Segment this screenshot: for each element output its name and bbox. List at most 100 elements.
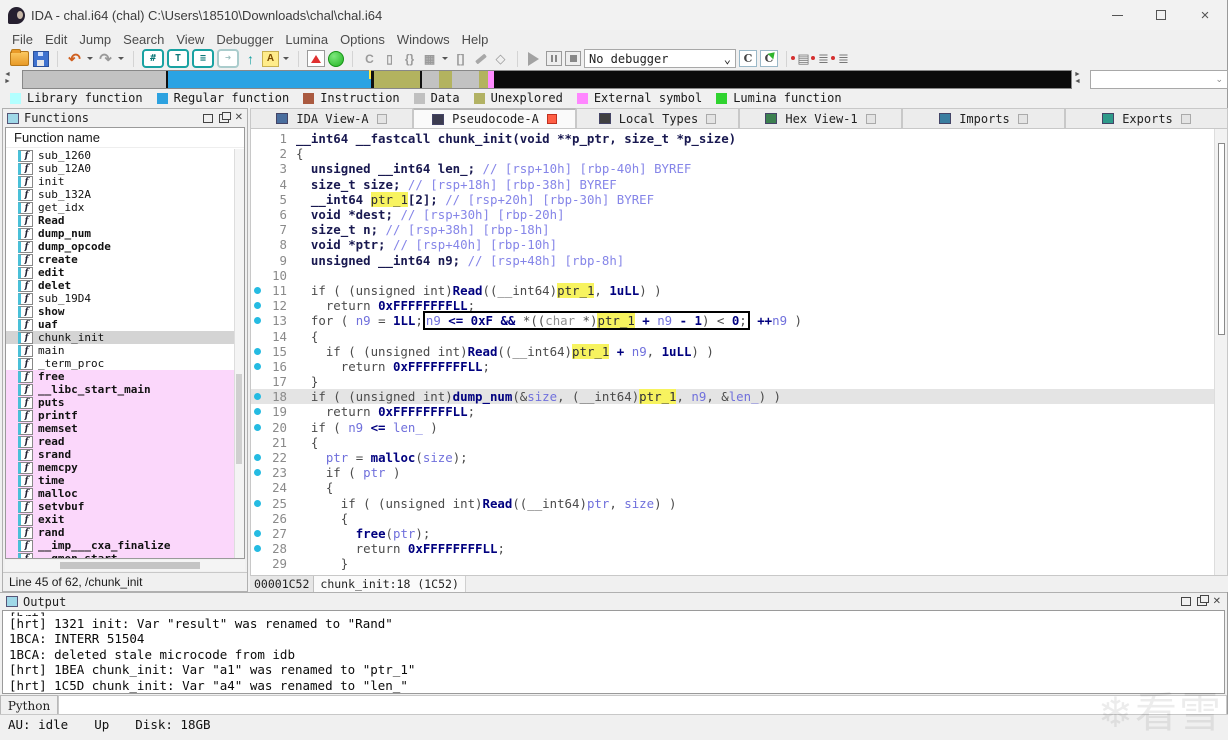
code-line[interactable]: 13 for ( n9 = 1LL;n9 <= 0xF && *((char *… (251, 313, 1215, 328)
code-line[interactable]: 6 void *dest; // [rsp+30h] [rbp-20h] (251, 207, 1215, 222)
function-row[interactable]: fmemset (6, 422, 235, 435)
jump-back-icon[interactable]: ↶ (66, 51, 83, 67)
close-button[interactable]: × (1183, 0, 1227, 30)
tab-close-box-icon[interactable] (377, 114, 387, 124)
menu-jump[interactable]: Jump (73, 32, 117, 47)
code-line[interactable]: 5 __int64 ptr_1[2]; // [rsp+20h] [rbp-30… (251, 192, 1215, 207)
function-row[interactable]: fsub_132A (6, 188, 235, 201)
tab-close-box-icon[interactable] (1181, 114, 1191, 124)
code-line[interactable]: 24 { (251, 480, 1215, 495)
function-row[interactable]: fexit (6, 513, 235, 526)
functions-panel-header[interactable]: Functions ✕ (3, 109, 247, 127)
function-row[interactable]: f__imp___cxa_finalize (6, 539, 235, 552)
window-list-2-icon[interactable]: ≣ (815, 51, 832, 67)
code-line[interactable]: 15 if ( (unsigned int)Read((__int64)ptr_… (251, 344, 1215, 359)
function-row[interactable]: fsrand (6, 448, 235, 461)
code-line[interactable]: 18 if ( (unsigned int)dump_num(&size, (_… (251, 389, 1215, 404)
code-line[interactable]: 7 size_t n; // [rsp+38h] [rbp-18h] (251, 222, 1215, 237)
nav-band-segment[interactable] (422, 71, 439, 88)
code-line[interactable]: 11 if ( (unsigned int)Read((__int64)ptr_… (251, 283, 1215, 298)
code-line[interactable]: 14 { (251, 328, 1215, 343)
code-line[interactable]: 19 return 0xFFFFFFFFLL; (251, 404, 1215, 419)
code-line[interactable]: 16 return 0xFFFFFFFFLL; (251, 359, 1215, 374)
function-name-column-header[interactable]: Function name (6, 128, 244, 148)
function-row[interactable]: fuaf (6, 318, 235, 331)
debugger-select[interactable]: No debugger ⌄ (584, 49, 736, 68)
menu-view[interactable]: View (170, 32, 210, 47)
code-line[interactable]: 20 if ( n9 <= len_ ) (251, 420, 1215, 435)
function-row[interactable]: fsub_1260 (6, 149, 235, 162)
set-color-dropdown-icon[interactable] (283, 57, 289, 63)
function-row[interactable]: fmain (6, 344, 235, 357)
script-braces-icon[interactable]: {} (401, 51, 418, 67)
edit-pencil-icon[interactable] (475, 53, 487, 64)
hex-view-icon[interactable]: ≡ (192, 49, 214, 68)
menu-help[interactable]: Help (456, 32, 495, 47)
tab-close-box-icon[interactable] (547, 114, 557, 124)
nav-band-segment[interactable] (168, 71, 371, 88)
function-row[interactable]: fprintf (6, 409, 235, 422)
function-row[interactable]: ffree (6, 370, 235, 383)
output-panel-header[interactable]: Output ✕ (0, 593, 1227, 610)
menu-lumina[interactable]: Lumina (279, 32, 334, 47)
function-row[interactable]: fmemcpy (6, 461, 235, 474)
function-row[interactable]: fedit (6, 266, 235, 279)
close-panel-icon[interactable]: ✕ (1213, 597, 1221, 607)
float-panel-icon[interactable] (219, 114, 229, 123)
function-row[interactable]: fsub_12A0 (6, 162, 235, 175)
code-line[interactable]: 4 size_t size; // [rsp+18h] [rbp-38h] BY… (251, 177, 1215, 192)
code-line[interactable]: 28 return 0xFFFFFFFFLL; (251, 541, 1215, 556)
function-row[interactable]: fsetvbuf (6, 500, 235, 513)
function-row[interactable]: f__libc_start_main (6, 383, 235, 396)
script-grid-icon[interactable]: ▦ (421, 51, 438, 67)
tab-hex-view-1[interactable]: Hex View-1 (739, 108, 902, 128)
tab-local-types[interactable]: Local Types (576, 108, 739, 128)
code-line[interactable]: 12 return 0xFFFFFFFFLL; (251, 298, 1215, 313)
function-row[interactable]: fdump_num (6, 227, 235, 240)
function-row[interactable]: fmalloc (6, 487, 235, 500)
maximize-panel-icon[interactable] (203, 114, 213, 123)
diamond-icon[interactable]: ◇ (492, 51, 509, 67)
breakpoint-marker-icon[interactable] (307, 50, 325, 67)
code-line[interactable]: 17 } (251, 374, 1215, 389)
tab-exports[interactable]: Exports (1065, 108, 1228, 128)
nav-band-combo[interactable]: ⌄ (1090, 70, 1228, 89)
code-line[interactable]: 1__int64 __fastcall chunk_init(void **p_… (251, 131, 1215, 146)
function-row[interactable]: f__gmon_start__ (6, 552, 235, 559)
code-line[interactable]: 22 ptr = malloc(size); (251, 450, 1215, 465)
tab-close-box-icon[interactable] (1018, 114, 1028, 124)
jump-up-icon[interactable]: ↑ (242, 51, 259, 67)
code-line[interactable]: 27 free(ptr); (251, 526, 1215, 541)
code-line[interactable]: 21 { (251, 435, 1215, 450)
function-row[interactable]: fputs (6, 396, 235, 409)
tab-ida-view-a[interactable]: IDA View-A (250, 108, 413, 128)
code-line[interactable]: 10 (251, 268, 1215, 283)
function-row[interactable]: fchunk_init (6, 331, 235, 344)
code-line[interactable]: 2{ (251, 146, 1215, 161)
nav-band-segment[interactable] (494, 71, 1071, 88)
menu-edit[interactable]: Edit (39, 32, 73, 47)
open-file-icon[interactable] (10, 51, 29, 66)
run-analysis-icon[interactable] (328, 51, 344, 67)
restore-button[interactable] (1139, 0, 1183, 30)
code-line[interactable]: 3 unsigned __int64 len_; // [rsp+10h] [r… (251, 161, 1215, 176)
window-list-3-icon[interactable]: ≣ (835, 51, 852, 67)
output-log[interactable]: [hrt] [hrt] 1321 init: Var "result" was … (2, 610, 1225, 694)
function-row[interactable]: fcreate (6, 253, 235, 266)
script-dropdown-icon[interactable] (442, 57, 448, 63)
code-line[interactable]: 9 unsigned __int64 n9; // [rsp+48h] [rbp… (251, 253, 1215, 268)
stop-process-icon[interactable] (565, 51, 581, 66)
python-button[interactable]: Python (0, 695, 58, 715)
tab-imports[interactable]: Imports (902, 108, 1065, 128)
pause-process-icon[interactable] (546, 51, 562, 66)
window-list-1-icon[interactable]: ▤ (795, 51, 812, 67)
script-block-icon[interactable]: ▯ (381, 51, 398, 67)
pseudocode-vertical-scrollbar[interactable] (1214, 129, 1227, 575)
nav-band-segment[interactable] (23, 71, 166, 88)
code-line[interactable]: 29 } (251, 556, 1215, 571)
cross-refs-icon[interactable]: ➜ (217, 49, 239, 68)
jump-back-dropdown-icon[interactable] (87, 57, 93, 63)
function-row[interactable]: ftime (6, 474, 235, 487)
script-c-icon[interactable]: C (361, 51, 378, 67)
nav-band-segment[interactable] (374, 71, 420, 88)
